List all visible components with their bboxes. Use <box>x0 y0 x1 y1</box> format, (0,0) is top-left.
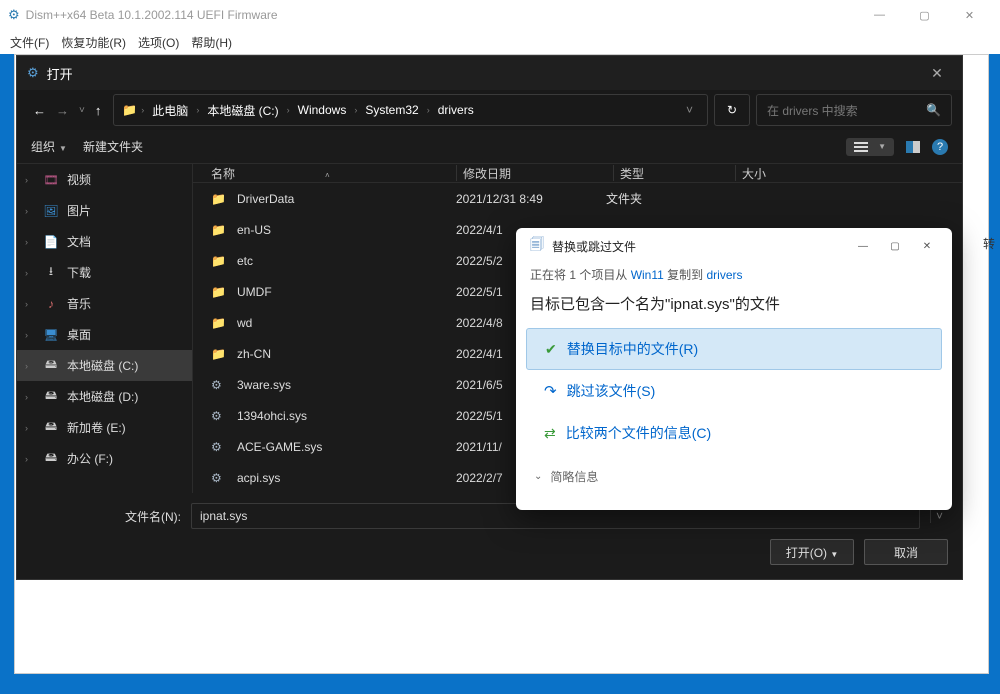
recent-dropdown[interactable]: ˅ <box>79 105 85 116</box>
crumb-c[interactable]: 本地磁盘 (C:) <box>203 102 282 119</box>
crumb-system32[interactable]: System32 <box>361 103 422 117</box>
view-mode-button[interactable]: ▼ <box>846 138 894 156</box>
menu-restore[interactable]: 恢复功能(R) <box>61 34 126 51</box>
dialog-title: 打开 <box>47 64 922 83</box>
source-link[interactable]: Win11 <box>631 268 664 282</box>
sidebar-item[interactable]: ›🖴本地磁盘 (D:) <box>17 381 192 412</box>
file-row[interactable]: 📁DriverData2021/12/31 8:49文件夹 <box>193 183 962 214</box>
maximize-button[interactable]: ▢ <box>902 0 947 30</box>
crumb-pc[interactable]: 此电脑 <box>148 102 192 119</box>
breadcrumb[interactable]: 📁 › 此电脑› 本地磁盘 (C:)› Windows› System32› d… <box>113 94 708 126</box>
skip-icon: ↷ <box>544 382 557 400</box>
sidebar-item[interactable]: ›🖼图片 <box>17 195 192 226</box>
sidebar: ›🎞视频›🖼图片›📄文档›⭳下载›♪音乐›🖥桌面›🖴本地磁盘 (C:)›🖴本地磁… <box>17 164 192 493</box>
menu-file[interactable]: 文件(F) <box>10 34 49 51</box>
crumb-drivers[interactable]: drivers <box>434 103 478 117</box>
help-button[interactable]: ? <box>932 139 948 155</box>
option-replace[interactable]: ✔ 替换目标中的文件(R) <box>526 328 942 370</box>
conflict-headline: 目标已包含一个名为"ipnat.sys"的文件 <box>516 287 952 328</box>
menubar: 文件(F) 恢复功能(R) 选项(O) 帮助(H) <box>0 30 1000 54</box>
minimize-button[interactable]: — <box>857 0 902 30</box>
conflict-title: 替换或跳过文件 <box>552 238 848 255</box>
sidebar-item[interactable]: ›🖴本地磁盘 (C:) <box>17 350 192 381</box>
filename-dropdown[interactable]: ˅ <box>930 509 948 523</box>
preview-pane-button[interactable] <box>906 141 920 153</box>
sidebar-item[interactable]: ›🖥桌面 <box>17 319 192 350</box>
sidebar-item[interactable]: ›📄文档 <box>17 226 192 257</box>
sidebar-item[interactable]: ›⭳下载 <box>17 257 192 288</box>
forward-button[interactable]: → <box>56 103 69 118</box>
dest-link[interactable]: drivers <box>706 268 742 282</box>
filename-label: 文件名(N): <box>31 508 181 525</box>
option-skip[interactable]: ↷ 跳过该文件(S) <box>526 370 942 412</box>
gear-icon: ⚙ <box>8 7 20 23</box>
check-icon: ✔ <box>545 341 557 358</box>
dialog-close-button[interactable]: ✕ <box>922 65 952 82</box>
back-button[interactable]: ← <box>33 103 46 118</box>
truncated-label: 转 <box>983 235 995 252</box>
replace-skip-dialog: 🗐 替换或跳过文件 — ▢ ✕ 正在将 1 个项目从 Win11 复制到 dri… <box>516 228 952 510</box>
conflict-close-button[interactable]: ✕ <box>912 234 942 258</box>
refresh-button[interactable]: ↻ <box>714 94 750 126</box>
search-icon: 🔍 <box>926 103 941 117</box>
path-dropdown-icon[interactable]: ˅ <box>680 103 699 117</box>
new-folder-button[interactable]: 新建文件夹 <box>83 138 143 155</box>
search-input[interactable]: 在 drivers 中搜索 🔍 <box>756 94 952 126</box>
open-button[interactable]: 打开(O) ▼ <box>770 539 854 565</box>
folder-icon: 📁 <box>122 103 137 117</box>
sort-indicator-icon: ˄ <box>325 171 330 180</box>
compare-icon: ⇄ <box>544 425 556 442</box>
sidebar-item[interactable]: ›♪音乐 <box>17 288 192 319</box>
up-button[interactable]: ↑ <box>95 103 102 118</box>
copy-icon: 🗐 <box>530 234 544 258</box>
less-info-toggle[interactable]: ⌄ 简略信息 <box>516 454 952 495</box>
window-title: Dism++x64 Beta 10.1.2002.114 UEFI Firmwa… <box>26 8 857 22</box>
option-compare[interactable]: ⇄ 比较两个文件的信息(C) <box>526 412 942 454</box>
main-titlebar: ⚙ Dism++x64 Beta 10.1.2002.114 UEFI Firm… <box>0 0 1000 30</box>
cancel-button[interactable]: 取消 <box>864 539 948 565</box>
sidebar-item[interactable]: ›🖴办公 (F:) <box>17 443 192 474</box>
conflict-minimize-button[interactable]: — <box>848 234 878 258</box>
chevron-down-icon: ⌄ <box>534 471 542 482</box>
breadcrumb-sep: › <box>141 105 144 115</box>
copying-status: 正在将 1 个项目从 Win11 复制到 drivers <box>516 258 952 287</box>
search-placeholder: 在 drivers 中搜索 <box>767 102 858 119</box>
close-button[interactable]: ✕ <box>947 0 992 30</box>
menu-help[interactable]: 帮助(H) <box>191 34 232 51</box>
column-headers[interactable]: 名称˄ 修改日期 类型 大小 <box>193 164 962 183</box>
organize-menu[interactable]: 组织▼ <box>31 138 67 155</box>
nav-arrows: ← → ˅ ↑ <box>27 103 107 118</box>
sidebar-item[interactable]: ›🎞视频 <box>17 164 192 195</box>
dialog-gear-icon: ⚙ <box>27 65 39 81</box>
crumb-windows[interactable]: Windows <box>294 103 351 117</box>
conflict-maximize-button[interactable]: ▢ <box>880 234 910 258</box>
menu-options[interactable]: 选项(O) <box>138 34 179 51</box>
sidebar-item[interactable]: ›🖴新加卷 (E:) <box>17 412 192 443</box>
